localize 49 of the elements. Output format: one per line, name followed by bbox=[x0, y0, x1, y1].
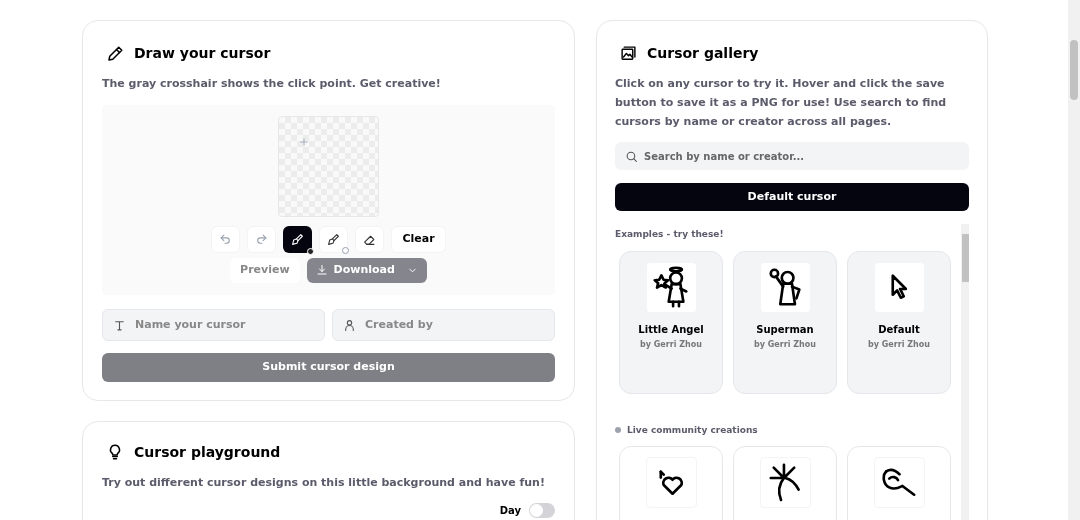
cursor-drawing bbox=[653, 266, 689, 308]
cursor-drawing bbox=[882, 468, 916, 497]
crosshair-icon bbox=[299, 136, 309, 147]
pencil-icon bbox=[106, 44, 124, 63]
card-description: Click on any cursor to try it. Hover and click the save button to save it as a PNG for use! Use search to find cursors by name or creator across all pages. bbox=[615, 76, 948, 130]
scrollbar[interactable] bbox=[961, 224, 969, 520]
search-icon bbox=[625, 150, 638, 163]
cursor-name: Superman bbox=[756, 322, 814, 337]
creator-field[interactable]: Created by bbox=[332, 308, 555, 341]
card-title: Cursor playground bbox=[134, 442, 281, 462]
card-subtitle: Try out different cursor designs on this little background and have fun! bbox=[102, 474, 546, 491]
search-field[interactable]: Search by name or creator... bbox=[615, 142, 969, 170]
scrollbar[interactable] bbox=[1068, 0, 1080, 520]
download-icon bbox=[315, 264, 328, 276]
eraser-button[interactable] bbox=[355, 225, 385, 253]
toggle-label: Day bbox=[499, 504, 521, 518]
brush-icon bbox=[291, 232, 305, 246]
cursor-card[interactable]: Default by Gerri Zhou bbox=[847, 250, 951, 394]
cursor-name: Little Angel bbox=[638, 322, 704, 337]
cursor-drawing bbox=[769, 463, 801, 502]
day-toggle[interactable] bbox=[529, 503, 555, 518]
text-icon bbox=[113, 318, 126, 332]
cursor-card[interactable]: Little Angel by Gerri Zhou bbox=[619, 250, 723, 394]
card-title: Cursor gallery bbox=[647, 44, 759, 63]
cursor-card[interactable]: Superman by Gerri Zhou bbox=[733, 250, 837, 394]
submit-button[interactable]: Submit cursor design bbox=[102, 352, 555, 382]
section-heading: Live community creations bbox=[627, 423, 758, 437]
clear-button[interactable]: Clear bbox=[391, 225, 446, 253]
gallery-icon bbox=[620, 45, 637, 62]
brush-button[interactable] bbox=[283, 225, 313, 253]
undo-icon bbox=[219, 232, 233, 246]
cursor-drawing bbox=[658, 469, 684, 496]
user-icon bbox=[343, 318, 356, 332]
cursor-drawing bbox=[890, 274, 908, 300]
section-heading: Examples - try these! bbox=[615, 228, 725, 241]
cursor-author: by Gerri Zhou bbox=[640, 338, 702, 351]
card-title: Draw your cursor bbox=[134, 44, 271, 63]
cursor-author: by Gerri Zhou bbox=[868, 338, 930, 351]
brush-button[interactable] bbox=[319, 225, 349, 253]
brush-icon bbox=[327, 232, 341, 246]
default-cursor-button[interactable]: Default cursor bbox=[615, 183, 969, 211]
redo-icon bbox=[255, 232, 269, 246]
card-subtitle: The gray crosshair shows the click point. Get creative! bbox=[102, 76, 442, 92]
name-field[interactable]: Name your cursor bbox=[102, 308, 325, 341]
preview-button[interactable]: Preview bbox=[230, 257, 300, 283]
download-button[interactable]: Download bbox=[306, 257, 427, 283]
cursor-name: Default bbox=[878, 322, 920, 337]
cursor-drawing bbox=[768, 268, 802, 306]
cursor-author: by Gerri Zhou bbox=[754, 338, 816, 351]
